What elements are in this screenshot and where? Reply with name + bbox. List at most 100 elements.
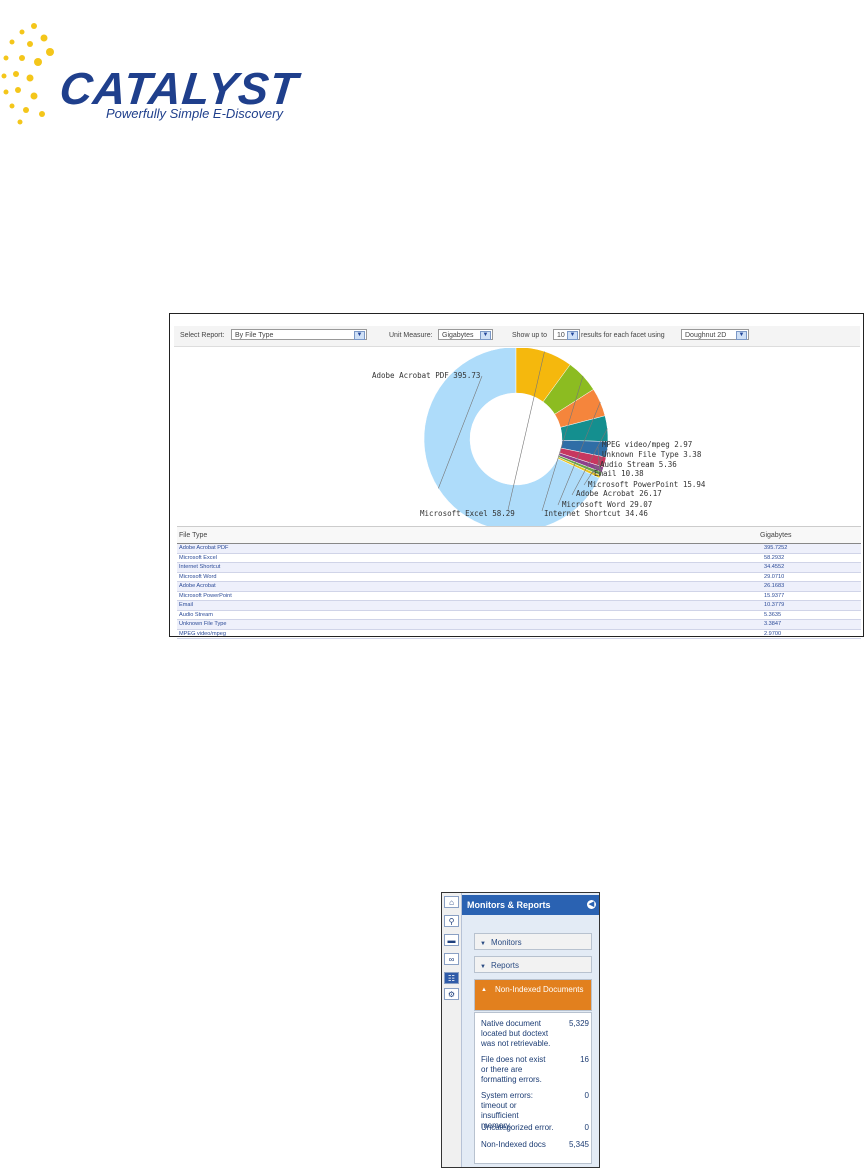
data-label: Microsoft PowerPoint 15.94: [588, 480, 706, 489]
cell-gigabytes: 26.1683: [764, 583, 785, 589]
entry-count: 16: [580, 1055, 589, 1064]
folder-icon[interactable]: ▬: [444, 934, 459, 946]
collapse-panel-icon[interactable]: ◀: [587, 900, 596, 909]
list-item[interactable]: Native document located but doctext was …: [481, 1019, 589, 1049]
catalyst-logo: CATALYST Powerfully Simple E-Discovery: [0, 18, 330, 133]
collapse-arrow-icon: ▲: [481, 987, 487, 993]
chevron-down-icon: ▼: [354, 331, 365, 340]
data-label: MPEG video/mpeg 2.97: [602, 440, 692, 449]
cell-file-type[interactable]: Email: [179, 602, 193, 608]
entry-count: 5,329: [568, 1019, 589, 1028]
table-row[interactable]: Adobe Acrobat 26.1683: [177, 582, 861, 592]
monitors-label: Monitors: [490, 938, 522, 947]
cell-gigabytes: 395.7252: [764, 545, 788, 551]
result-count-dropdown[interactable]: 10 ▼: [553, 329, 580, 340]
table-row[interactable]: Email 10.3779: [177, 601, 861, 611]
non-indexed-label: Non-Indexed Documents: [495, 985, 584, 994]
unit-measure-value: Gigabytes: [442, 332, 474, 339]
cell-gigabytes: 29.0710: [764, 573, 785, 580]
cell-gigabytes: 34.4552: [764, 564, 785, 570]
chart-type-value: Doughnut 2D: [685, 332, 727, 339]
chart-type-dropdown[interactable]: Doughnut 2D ▼: [681, 329, 749, 340]
logo-tagline: Powerfully Simple E-Discovery: [106, 106, 283, 121]
cell-gigabytes: 3.3847: [764, 621, 782, 627]
list-item[interactable]: Non-Indexed docs 5,345: [481, 1140, 589, 1150]
cell-gigabytes: 58.2932: [764, 554, 785, 561]
column-header-file-type: File Type: [179, 532, 208, 539]
non-indexed-list: Native document located but doctext was …: [474, 1012, 592, 1164]
cell-gigabytes: 5.3635: [764, 611, 782, 618]
column-header-gigabytes: Gigabytes: [760, 532, 792, 539]
table-row[interactable]: Microsoft Excel 58.2932: [177, 554, 861, 563]
data-label: Microsoft Excel 58.29: [420, 509, 515, 518]
table-row[interactable]: MPEG video/mpeg 2.9700: [177, 630, 861, 639]
file-type-table: File Type Gigabytes Adobe Acrobat PDF 395…: [177, 526, 861, 639]
show-up-to-label: Show up to: [512, 332, 548, 339]
entry-count: 0: [584, 1091, 589, 1100]
table-row[interactable]: Unknown File Type 3.3847: [177, 620, 861, 630]
cell-file-type[interactable]: Microsoft Word: [179, 574, 217, 580]
chevron-down-icon: ▼: [736, 331, 747, 340]
non-indexed-accordion[interactable]: ▲ Non-Indexed Documents: [474, 979, 592, 1011]
select-report-dropdown[interactable]: By File Type ▼: [231, 329, 367, 340]
data-label: Microsoft Word 29.07: [562, 500, 652, 509]
table-row[interactable]: Microsoft PowerPoint 15.9377: [177, 592, 861, 601]
unit-measure-dropdown[interactable]: Gigabytes ▼: [438, 329, 493, 340]
binoculars-icon[interactable]: ∞: [444, 953, 459, 965]
select-report-value: By File Type: [235, 332, 274, 339]
result-count-value: 10: [557, 332, 565, 339]
list-item[interactable]: File does not exist or there are formatt…: [481, 1055, 589, 1085]
table-body: Adobe Acrobat PDF 395.7252 Microsoft Excel…: [177, 544, 861, 639]
cell-file-type[interactable]: Internet Shortcut: [179, 564, 220, 570]
select-report-label: Select Report:: [180, 332, 225, 339]
doughnut-chart: Adobe Acrobat PDF 395.73 Microsoft Excel …: [170, 348, 863, 526]
panel-title-bar: Monitors & Reports ◀: [462, 895, 599, 915]
entry-count: 0: [584, 1123, 589, 1132]
expand-arrow-icon: ▼: [480, 941, 486, 947]
icon-sidebar: ⌂ ⚲ ▬ ∞ ☷ ⚙: [442, 893, 462, 1167]
cell-file-type[interactable]: Unknown File Type: [179, 621, 226, 627]
home-icon[interactable]: ⌂: [444, 896, 459, 908]
data-label: Unknown File Type 3.38: [602, 450, 702, 459]
panel-title: Monitors & Reports: [467, 900, 551, 910]
expand-arrow-icon: ▼: [480, 964, 486, 970]
data-label: Audio Stream 5.36: [600, 460, 677, 469]
doughnut-chart-svg: Adobe Acrobat PDF 395.73 Microsoft Excel …: [372, 348, 706, 526]
table-row[interactable]: Microsoft Word 29.0710: [177, 573, 861, 582]
entry-text: Non-Indexed docs: [481, 1140, 546, 1149]
monitors-accordion[interactable]: ▼ Monitors: [474, 933, 592, 950]
cell-gigabytes: 10.3779: [764, 602, 785, 608]
sun-rays-logo-mark: [1, 23, 54, 125]
table-row[interactable]: Adobe Acrobat PDF 395.7252: [177, 544, 861, 554]
list-item[interactable]: Uncategorized error. 0: [481, 1123, 589, 1133]
cell-file-type[interactable]: Adobe Acrobat: [179, 583, 216, 589]
chevron-down-icon: ▼: [567, 331, 578, 340]
monitors-reports-panel: ⌂ ⚲ ▬ ∞ ☷ ⚙ Monitors & Reports ◀ ▼ Monito…: [441, 892, 600, 1168]
cell-file-type[interactable]: MPEG video/mpeg: [179, 631, 226, 637]
reports-icon[interactable]: ☷: [444, 972, 459, 984]
table-row[interactable]: Audio Stream 5.3635: [177, 611, 861, 620]
cell-gigabytes: 2.9700: [764, 630, 782, 637]
data-label: Adobe Acrobat 26.17: [576, 489, 662, 498]
entry-count: 5,345: [568, 1140, 589, 1149]
report-toolbar: Select Report: By File Type ▼ Unit Measu…: [174, 326, 860, 347]
settings-icon[interactable]: ⚙: [444, 988, 459, 1000]
data-label: Internet Shortcut 34.46: [544, 509, 648, 518]
table-header: File Type Gigabytes: [177, 526, 861, 544]
cell-file-type[interactable]: Microsoft PowerPoint: [179, 593, 232, 599]
search-icon[interactable]: ⚲: [444, 915, 459, 927]
file-type-report: Select Report: By File Type ▼ Unit Measu…: [169, 313, 864, 639]
entry-text: File does not exist or there are formatt…: [481, 1055, 546, 1084]
cell-file-type[interactable]: Audio Stream: [179, 612, 213, 618]
show-suffix-label: results for each facet using: [581, 332, 665, 339]
entry-text: Native document located but doctext was …: [481, 1019, 551, 1048]
reports-label: Reports: [490, 961, 519, 970]
data-label: Adobe Acrobat PDF 395.73: [372, 371, 480, 380]
unit-measure-label: Unit Measure:: [389, 332, 433, 339]
reports-accordion[interactable]: ▼ Reports: [474, 956, 592, 973]
cell-file-type[interactable]: Microsoft Excel: [179, 555, 217, 561]
table-row[interactable]: Internet Shortcut 34.4552: [177, 563, 861, 573]
cell-file-type[interactable]: Adobe Acrobat PDF: [179, 545, 228, 551]
entry-text: Uncategorized error.: [481, 1123, 554, 1132]
cell-gigabytes: 15.9377: [764, 592, 785, 599]
